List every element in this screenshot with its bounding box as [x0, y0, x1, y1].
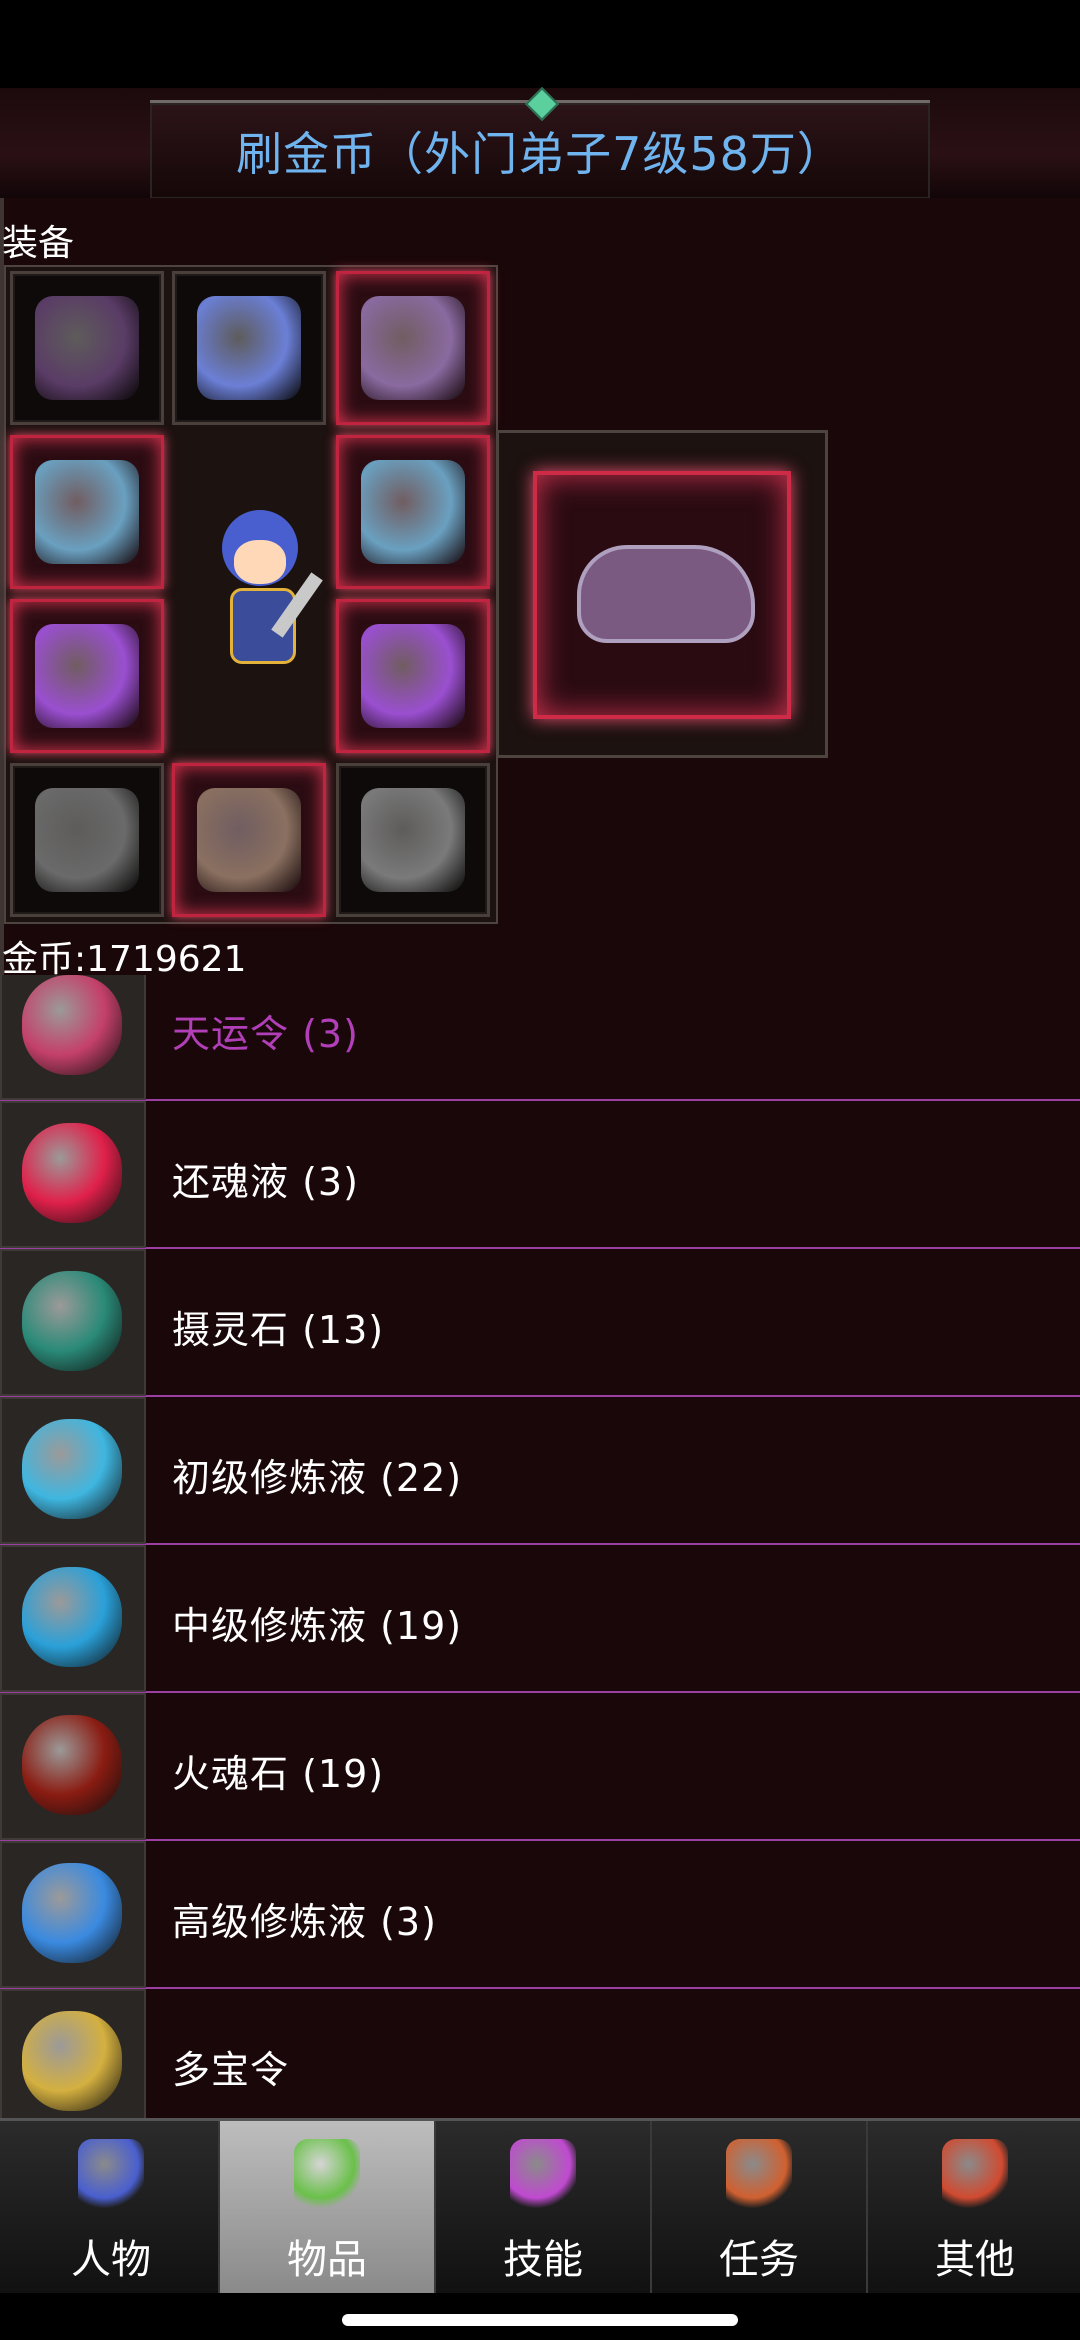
equip-slot-hat[interactable] — [10, 271, 164, 425]
equip-slot-robe[interactable] — [172, 271, 326, 425]
tab-quest-flag[interactable]: 任务 — [652, 2121, 868, 2293]
item-name: 多宝令 — [172, 2048, 290, 2092]
item-name: 初级修炼液 (22) — [172, 1456, 463, 1500]
tab-label: 物品 — [287, 2237, 367, 2283]
status-bar — [0, 0, 1080, 88]
equip-slot-armor-left[interactable] — [10, 599, 164, 753]
item-icon-frame — [0, 1841, 146, 1988]
fire-stone-icon — [22, 1715, 122, 1815]
helmet-icon — [361, 296, 465, 400]
bottom-tab-bar: 人物 物品 技能 任务 其他 — [0, 2118, 1080, 2293]
item-icon-frame — [0, 1545, 146, 1692]
item-name: 火魂石 (19) — [172, 1752, 385, 1796]
sword-icon — [35, 460, 139, 564]
equip-slot-weapon-right[interactable] — [336, 435, 490, 589]
item-icon-frame — [0, 1101, 146, 1248]
item-name: 高级修炼液 (3) — [172, 1900, 437, 1944]
tab-other-weapon[interactable]: 其他 — [868, 2121, 1080, 2293]
robe-icon — [197, 296, 301, 400]
bracer-icon — [35, 788, 139, 892]
equip-slot-helmet[interactable] — [336, 271, 490, 425]
tab-label: 任务 — [719, 2237, 799, 2283]
item-icon-frame — [0, 1693, 146, 1840]
quest-flag-icon — [726, 2139, 792, 2211]
item-icon-frame — [0, 1249, 146, 1396]
page-title: 刷金币（外门弟子7级58万） — [236, 127, 844, 181]
equip-slot-armor-right[interactable] — [336, 599, 490, 753]
blue-vial-icon — [22, 1419, 122, 1519]
list-item[interactable]: 初级修炼液 (22) — [0, 1397, 1080, 1546]
character-icon — [78, 2139, 144, 2211]
mount-frame — [533, 471, 791, 719]
home-indicator — [342, 2314, 738, 2326]
beads-icon — [361, 788, 465, 892]
item-icon-frame — [0, 1989, 146, 2118]
item-name: 摄灵石 (13) — [172, 1308, 385, 1352]
equip-slot-beads[interactable] — [336, 763, 490, 917]
skill-orb-icon — [510, 2139, 576, 2211]
list-item[interactable]: 还魂液 (3) — [0, 1101, 1080, 1250]
tab-character[interactable]: 人物 — [4, 2121, 220, 2293]
flask-icon — [22, 1567, 122, 1667]
character-avatar — [200, 510, 323, 680]
gold-token-icon — [22, 2011, 122, 2111]
other-weapon-icon — [942, 2139, 1008, 2211]
tab-skill-orb[interactable]: 技能 — [436, 2121, 652, 2293]
equip-slot-boots[interactable] — [172, 763, 326, 917]
boots-icon — [197, 788, 301, 892]
armor-icon — [361, 624, 465, 728]
item-name: 中级修炼液 (19) — [172, 1604, 463, 1648]
list-item[interactable]: 天运令 (3) — [0, 975, 1080, 1102]
green-egg-stone-icon — [22, 1271, 122, 1371]
list-item[interactable]: 火魂石 (19) — [0, 1693, 1080, 1842]
item-icon-frame — [0, 1397, 146, 1544]
list-item[interactable]: 高级修炼液 (3) — [0, 1841, 1080, 1990]
tab-potion[interactable]: 物品 — [220, 2121, 436, 2293]
mount-creature-icon — [577, 545, 755, 643]
item-list: 天运令 (3) 还魂液 (3) 摄灵石 (13) 初级修炼液 (22) 中级修炼液 (1… — [0, 975, 1080, 2118]
equip-slot-bracer[interactable] — [10, 763, 164, 917]
tab-label: 其他 — [935, 2237, 1015, 2283]
potion-icon — [294, 2139, 360, 2211]
list-item[interactable]: 中级修炼液 (19) — [0, 1545, 1080, 1694]
winged-bottle-icon — [22, 1863, 122, 1963]
fortune-token-icon — [22, 975, 122, 1075]
list-item[interactable]: 多宝令 — [0, 1989, 1080, 2118]
equipment-section-label: 装备 — [2, 223, 75, 264]
red-potion-icon — [22, 1123, 122, 1223]
equip-slot-weapon-left[interactable] — [10, 435, 164, 589]
tab-label: 技能 — [503, 2237, 583, 2283]
mount-slot[interactable] — [496, 430, 828, 758]
item-name: 还魂液 (3) — [172, 1160, 359, 1204]
armor-icon — [35, 624, 139, 728]
hat-icon — [35, 296, 139, 400]
tab-label: 人物 — [71, 2237, 151, 2283]
item-name: 天运令 (3) — [172, 1012, 359, 1056]
list-item[interactable]: 摄灵石 (13) — [0, 1249, 1080, 1398]
item-icon-frame — [0, 975, 146, 1100]
sword-icon — [361, 460, 465, 564]
